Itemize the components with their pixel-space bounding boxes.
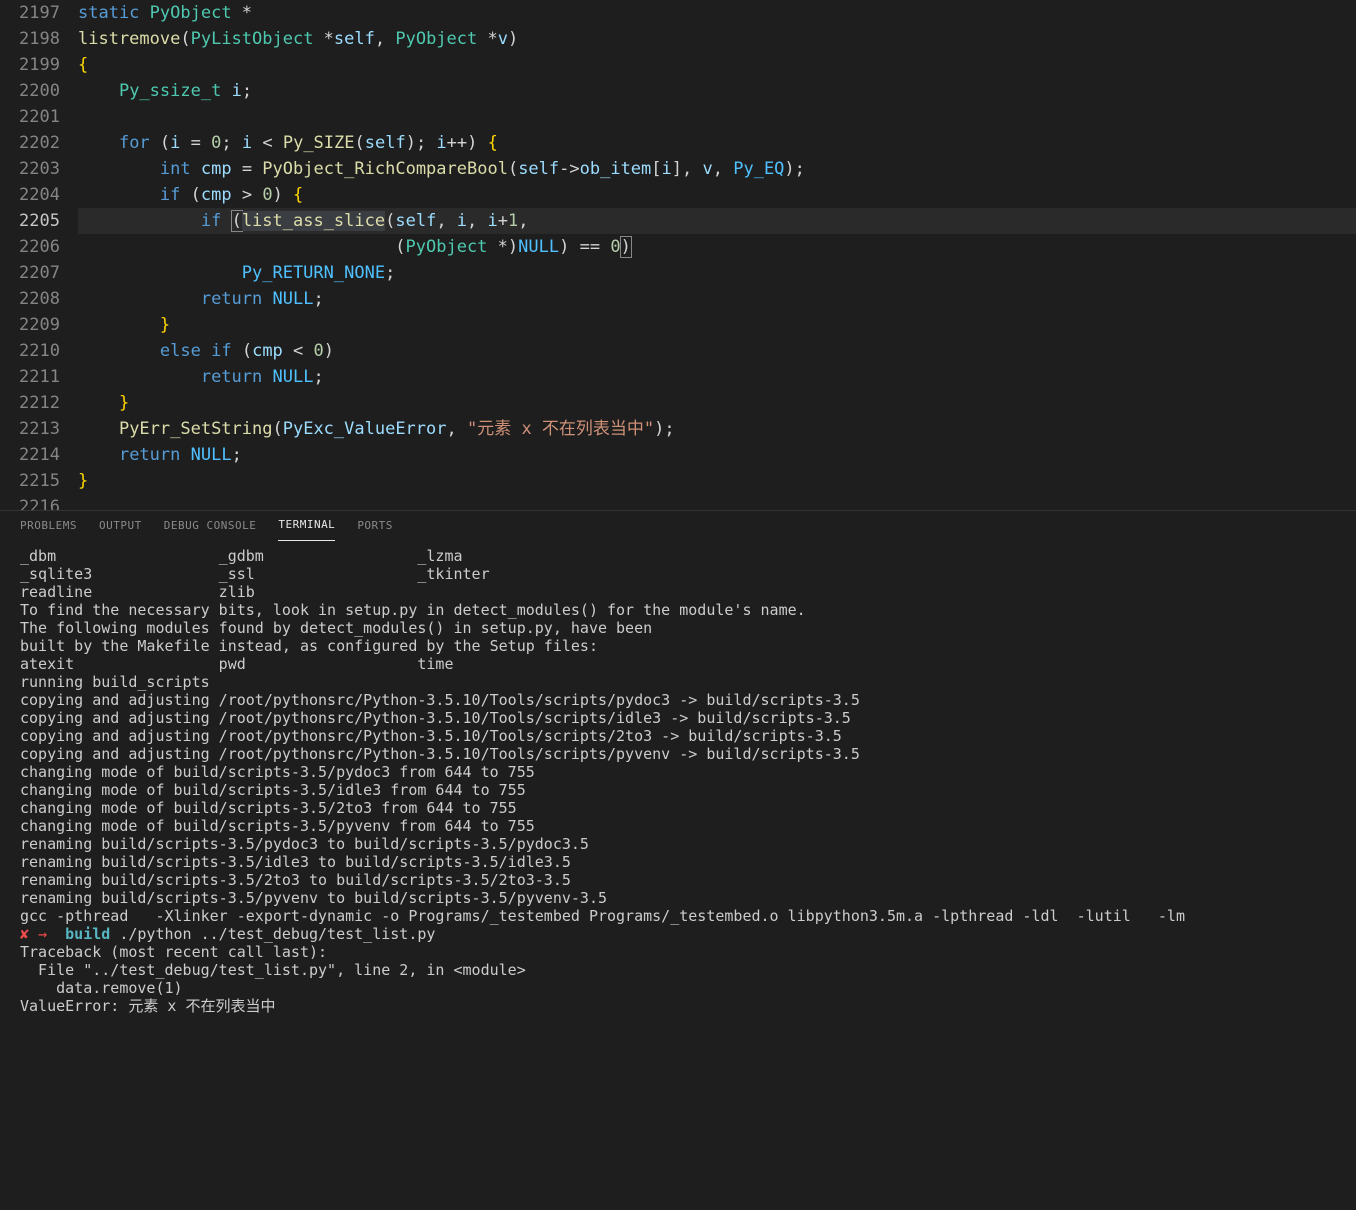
line-number-gutter: 2197219821992200220122022203220422052206… [0, 0, 78, 510]
terminal-line: ValueError: 元素 x 不在列表当中 [20, 997, 1336, 1015]
terminal-line: data.remove(1) [20, 979, 1336, 997]
prompt-cwd: build [65, 925, 110, 943]
terminal-line: renaming build/scripts-3.5/idle3 to buil… [20, 853, 1336, 871]
line-number: 2216 [0, 494, 60, 510]
code-line[interactable]: int cmp = PyObject_RichCompareBool(self-… [78, 156, 1356, 182]
code-line[interactable]: static PyObject * [78, 0, 1356, 26]
terminal-line: To find the necessary bits, look in setu… [20, 601, 1336, 619]
line-number: 2204 [0, 182, 60, 208]
code-line[interactable]: Py_RETURN_NONE; [78, 260, 1356, 286]
code-line[interactable]: else if (cmp < 0) [78, 338, 1356, 364]
code-line[interactable]: { [78, 52, 1356, 78]
terminal-line: changing mode of build/scripts-3.5/pyven… [20, 817, 1336, 835]
code-line[interactable]: } [78, 468, 1356, 494]
line-number: 2197 [0, 0, 60, 26]
line-number: 2200 [0, 78, 60, 104]
line-number: 2202 [0, 130, 60, 156]
line-number: 2214 [0, 442, 60, 468]
terminal-line: copying and adjusting /root/pythonsrc/Py… [20, 745, 1336, 763]
terminal-line: changing mode of build/scripts-3.5/pydoc… [20, 763, 1336, 781]
tab-ports[interactable]: PORTS [357, 518, 393, 541]
code-editor[interactable]: 2197219821992200220122022203220422052206… [0, 0, 1356, 510]
code-line[interactable]: return NULL; [78, 286, 1356, 312]
code-line[interactable]: PyErr_SetString(PyExc_ValueError, "元素 x … [78, 416, 1356, 442]
terminal-line: readline zlib [20, 583, 1336, 601]
terminal-line: atexit pwd time [20, 655, 1336, 673]
terminal-line: File "../test_debug/test_list.py", line … [20, 961, 1336, 979]
terminal-line: _dbm _gdbm _lzma [20, 547, 1336, 565]
terminal-line: copying and adjusting /root/pythonsrc/Py… [20, 727, 1336, 745]
code-line[interactable]: (PyObject *)NULL) == 0) [78, 234, 1356, 260]
tab-problems[interactable]: PROBLEMS [20, 518, 77, 541]
terminal-output[interactable]: _dbm _gdbm _lzma_sqlite3 _ssl _tkinterre… [0, 541, 1356, 1210]
line-number: 2209 [0, 312, 60, 338]
terminal-line: running build_scripts [20, 673, 1336, 691]
terminal-line: The following modules found by detect_mo… [20, 619, 1336, 637]
terminal-line: renaming build/scripts-3.5/pydoc3 to bui… [20, 835, 1336, 853]
line-number: 2207 [0, 260, 60, 286]
line-number: 2211 [0, 364, 60, 390]
terminal-line: Traceback (most recent call last): [20, 943, 1336, 961]
code-line[interactable]: return NULL; [78, 442, 1356, 468]
code-area[interactable]: static PyObject *listremove(PyListObject… [78, 0, 1356, 510]
terminal-line: _sqlite3 _ssl _tkinter [20, 565, 1336, 583]
line-number: 2205 [0, 208, 60, 234]
line-number: 2215 [0, 468, 60, 494]
panel-tabs: PROBLEMS OUTPUT DEBUG CONSOLE TERMINAL P… [0, 511, 1356, 541]
bottom-panel: PROBLEMS OUTPUT DEBUG CONSOLE TERMINAL P… [0, 510, 1356, 1210]
terminal-line: changing mode of build/scripts-3.5/2to3 … [20, 799, 1336, 817]
code-line[interactable]: for (i = 0; i < Py_SIZE(self); i++) { [78, 130, 1356, 156]
terminal-line: gcc -pthread -Xlinker -export-dynamic -o… [20, 907, 1336, 925]
code-line[interactable]: listremove(PyListObject *self, PyObject … [78, 26, 1356, 52]
tab-debug-console[interactable]: DEBUG CONSOLE [164, 518, 257, 541]
code-line[interactable] [78, 494, 1356, 510]
terminal-line: renaming build/scripts-3.5/pyvenv to bui… [20, 889, 1336, 907]
code-line[interactable]: } [78, 390, 1356, 416]
line-number: 2212 [0, 390, 60, 416]
line-number: 2203 [0, 156, 60, 182]
terminal-line: built by the Makefile instead, as config… [20, 637, 1336, 655]
code-line[interactable]: if (list_ass_slice(self, i, i+1, [78, 208, 1356, 234]
prompt-arrow-icon: → [38, 925, 56, 943]
terminal-line: copying and adjusting /root/pythonsrc/Py… [20, 691, 1336, 709]
tab-output[interactable]: OUTPUT [99, 518, 142, 541]
tab-terminal[interactable]: TERMINAL [278, 517, 335, 541]
terminal-line: renaming build/scripts-3.5/2to3 to build… [20, 871, 1336, 889]
line-number: 2213 [0, 416, 60, 442]
code-line[interactable]: if (cmp > 0) { [78, 182, 1356, 208]
terminal-line: copying and adjusting /root/pythonsrc/Py… [20, 709, 1336, 727]
code-line[interactable]: } [78, 312, 1356, 338]
terminal-prompt-line[interactable]: ✘ → build ./python ../test_debug/test_li… [20, 925, 1336, 943]
terminal-line: changing mode of build/scripts-3.5/idle3… [20, 781, 1336, 799]
code-line[interactable] [78, 104, 1356, 130]
code-line[interactable]: return NULL; [78, 364, 1356, 390]
prompt-error-icon: ✘ [20, 925, 29, 943]
line-number: 2208 [0, 286, 60, 312]
line-number: 2206 [0, 234, 60, 260]
line-number: 2201 [0, 104, 60, 130]
code-line[interactable]: Py_ssize_t i; [78, 78, 1356, 104]
line-number: 2199 [0, 52, 60, 78]
prompt-command: ./python ../test_debug/test_list.py [110, 925, 435, 943]
line-number: 2198 [0, 26, 60, 52]
line-number: 2210 [0, 338, 60, 364]
